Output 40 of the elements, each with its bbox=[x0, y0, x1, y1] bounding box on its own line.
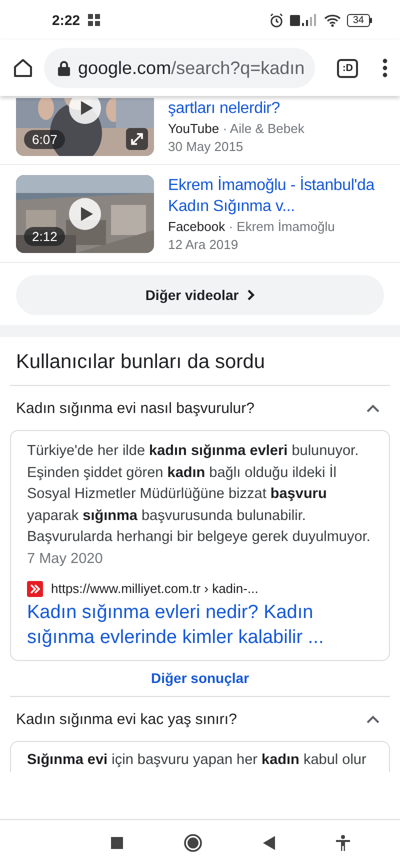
video-duration: 2:12 bbox=[24, 227, 66, 246]
play-icon[interactable] bbox=[69, 198, 101, 230]
wifi-icon bbox=[324, 14, 341, 26]
chevron-right-icon bbox=[246, 289, 255, 301]
notification-icon bbox=[88, 14, 100, 26]
menu-icon[interactable] bbox=[382, 58, 388, 78]
chevron-up-icon[interactable] bbox=[366, 404, 380, 412]
question-text[interactable]: Kadın sığınma evi nasıl başvurulur? bbox=[16, 400, 254, 416]
result-url: https://www.milliyet.com.tr › kadin-... bbox=[51, 580, 258, 598]
video-duration: 6:07 bbox=[24, 130, 66, 149]
section-heading: Kullanıcılar bunları da sordu bbox=[10, 337, 390, 386]
more-results-link[interactable]: Diğer sonuçlar bbox=[10, 661, 390, 696]
lock-icon bbox=[58, 60, 70, 76]
result-link[interactable]: Kadın sığınma evleri nedir? Kadın sığınma evlerinde kimler kalabilir ... bbox=[27, 600, 373, 650]
recent-apps-icon[interactable] bbox=[110, 837, 122, 849]
back-icon[interactable] bbox=[262, 836, 274, 850]
address-bar[interactable]: google.com/search?q=kadın bbox=[44, 48, 316, 88]
tab-switcher-button[interactable]: :D bbox=[337, 58, 358, 78]
question-text[interactable]: Kadın sığınma evi kac yaş sınırı? bbox=[16, 710, 237, 728]
chevron-up-icon[interactable] bbox=[366, 714, 380, 724]
answer-snippet: Türkiye'de her ilde kadın sığınma evleri bulunuyor. Eşinden şiddet gören kadın bağlı olduğu ildeki İl Sosyal Hizmetler Müdürlüğüne bizzat başvuru yaparak sığınma başvurusunda bulunabilir. Başvurularda herhangi bir belgeye gerek duyulmuyor. bbox=[27, 443, 370, 545]
video-source: Facebook · Ekrem İmamoğlu bbox=[168, 218, 336, 236]
home-button-icon[interactable] bbox=[184, 834, 202, 852]
expand-icon[interactable] bbox=[126, 128, 148, 150]
accessibility-icon[interactable] bbox=[336, 835, 350, 851]
answer-date: 7 May 2020 bbox=[27, 550, 104, 568]
video-title[interactable]: Ekrem İmamoğlu - İstanbul'da Kadın Sığınma v... bbox=[168, 175, 384, 217]
battery-icon: 34 bbox=[346, 14, 372, 26]
site-favicon bbox=[27, 581, 43, 597]
video-date: 12 Ara 2019 bbox=[168, 236, 240, 254]
more-videos-button[interactable]: Diğer videolar bbox=[16, 275, 384, 315]
play-icon[interactable] bbox=[69, 98, 101, 124]
alarm-icon bbox=[268, 12, 284, 28]
answer-snippet: Sığınma evi için başvuru yapan her kadın kabul olur bbox=[27, 752, 366, 768]
status-time: 2:22 bbox=[52, 12, 80, 28]
video-title[interactable]: şartları nelerdir? bbox=[168, 98, 384, 119]
home-icon[interactable] bbox=[12, 57, 34, 79]
video-date: 30 May 2015 bbox=[168, 138, 244, 156]
video-source: YouTube · Aile & Bebek bbox=[168, 120, 306, 138]
signal-icon bbox=[290, 14, 318, 26]
